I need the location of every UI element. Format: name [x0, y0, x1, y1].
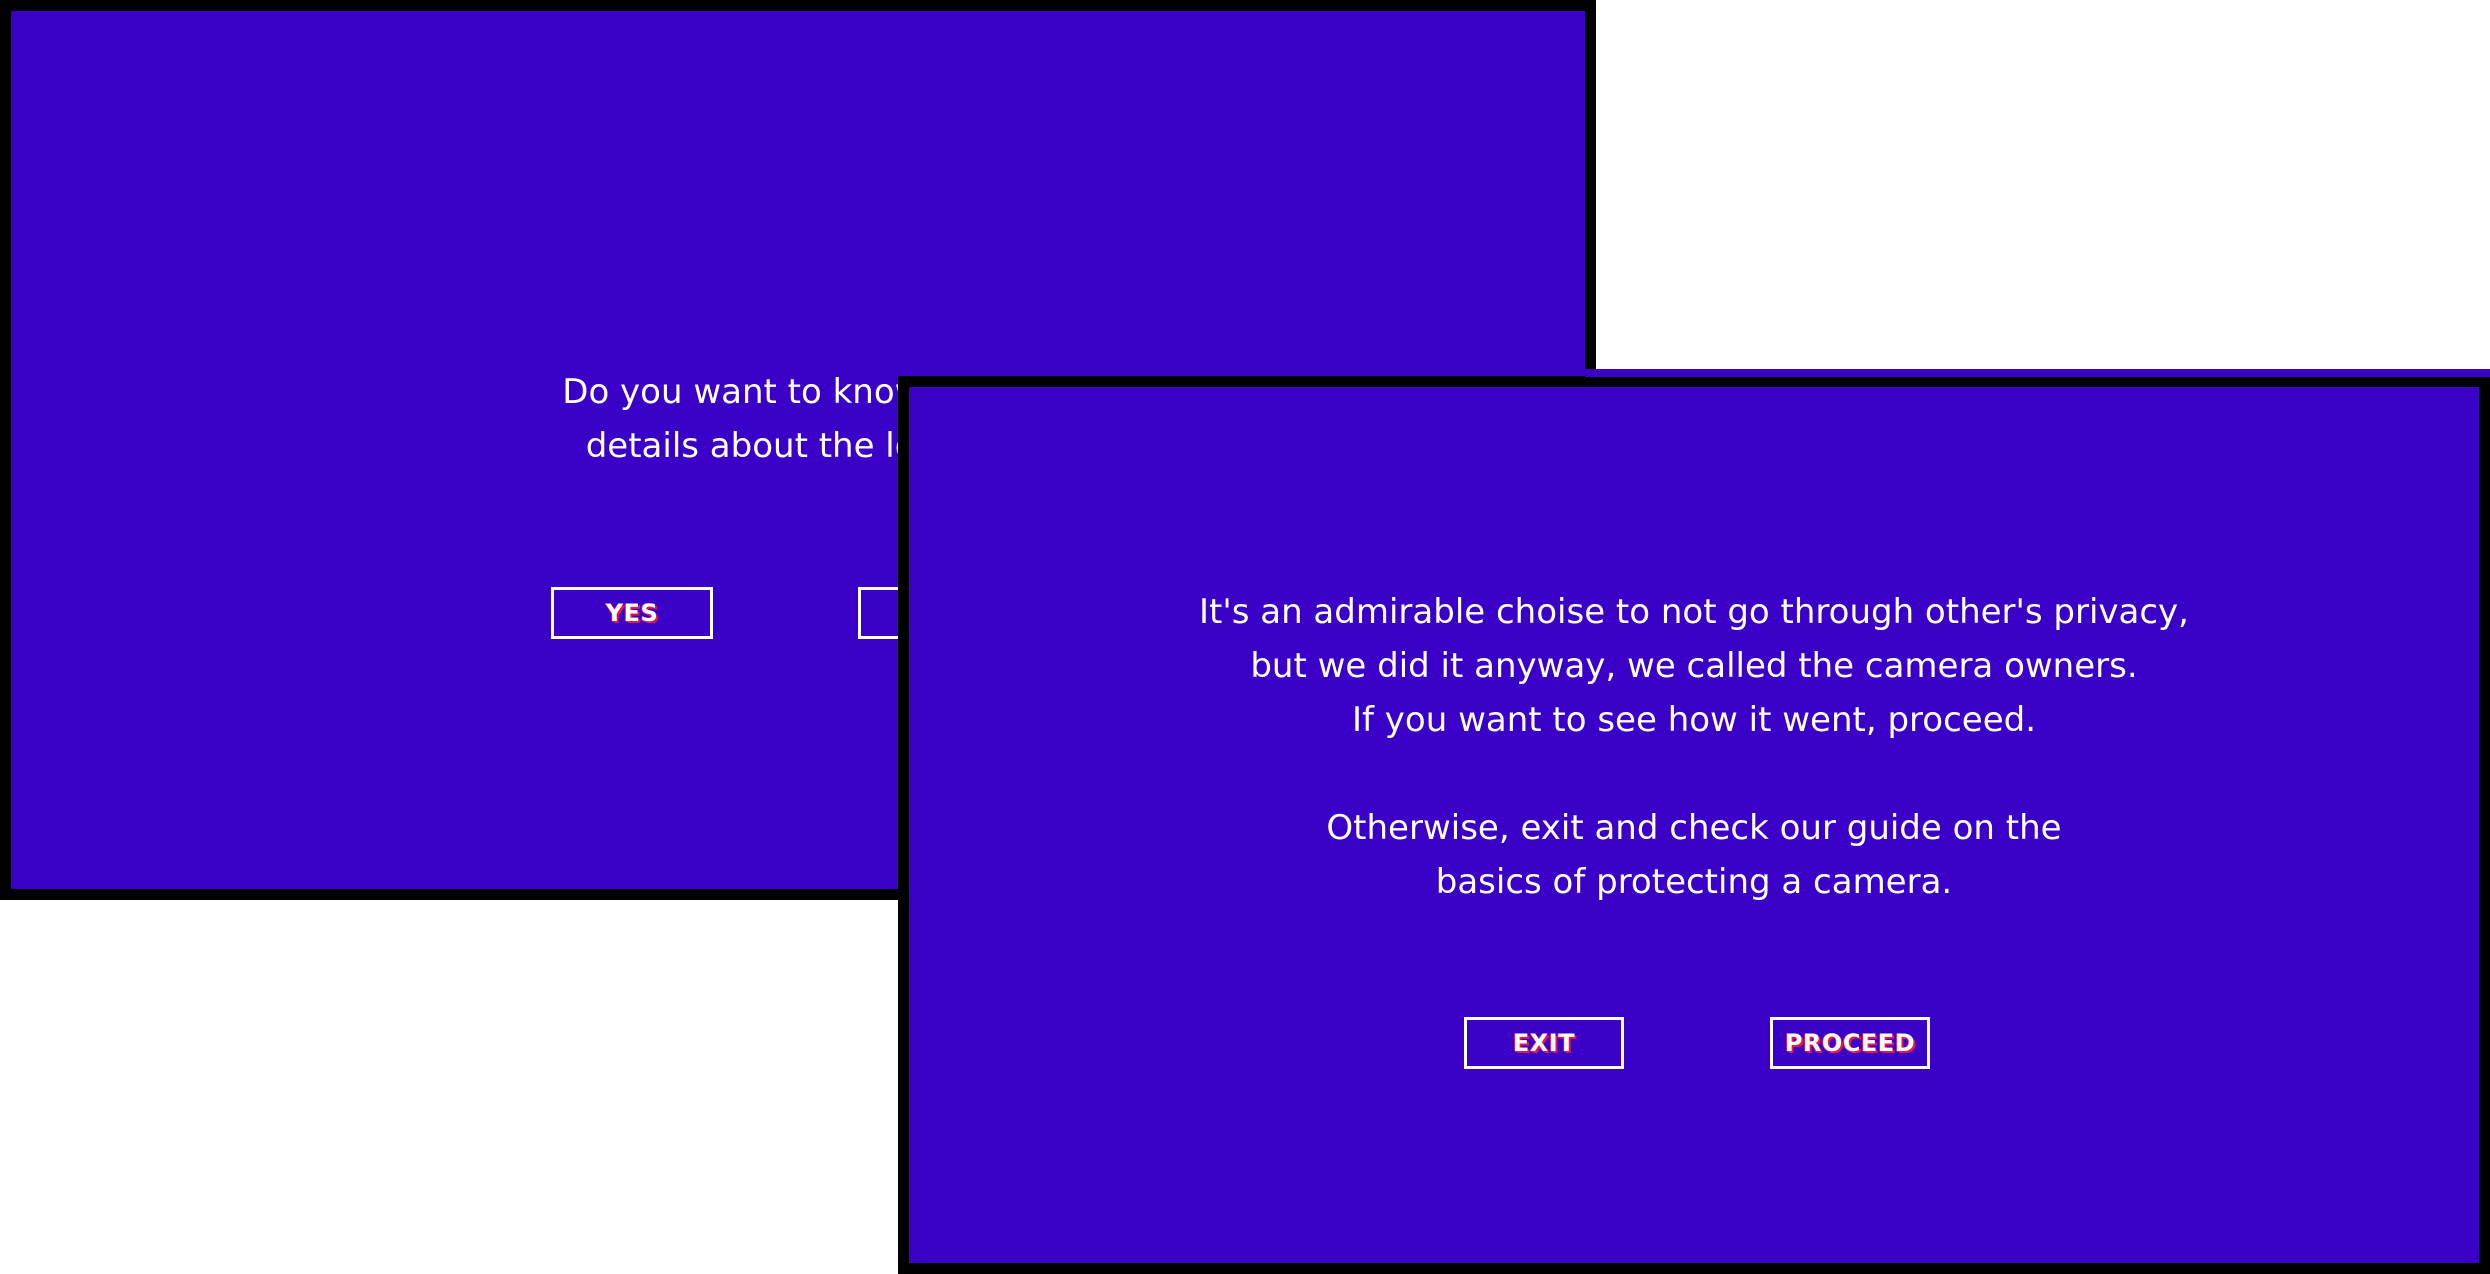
yes-button[interactable]: YES	[551, 587, 713, 639]
front-dialog-top-accent	[1585, 369, 2490, 377]
privacy-choice-dialog: It's an admirable choise to not go throu…	[898, 376, 2490, 1274]
privacy-choice-text: It's an admirable choise to not go throu…	[1199, 592, 2189, 902]
proceed-button[interactable]: PROCEED	[1770, 1017, 1930, 1069]
exit-button[interactable]: EXIT	[1464, 1017, 1624, 1069]
